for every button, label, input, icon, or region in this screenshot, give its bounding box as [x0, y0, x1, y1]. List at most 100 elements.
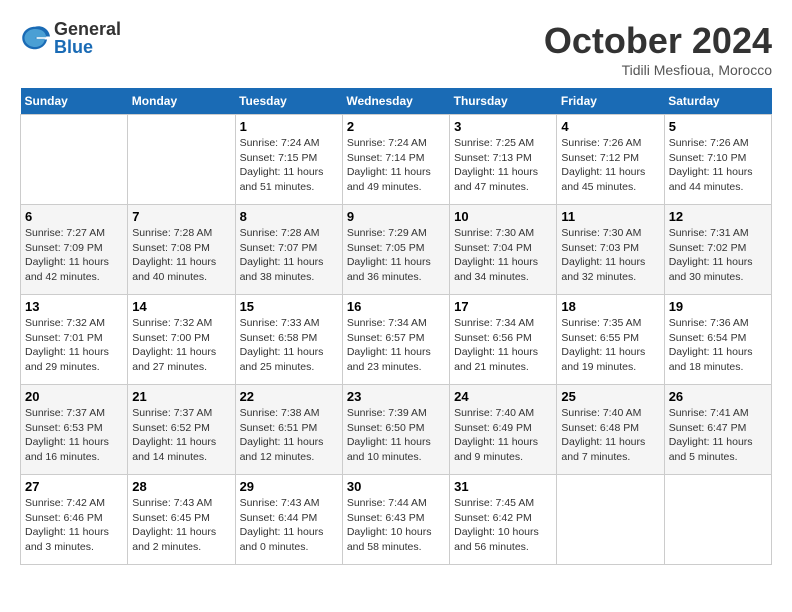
col-monday: Monday [128, 88, 235, 115]
day-info: Sunrise: 7:38 AM Sunset: 6:51 PM Dayligh… [240, 406, 338, 465]
calendar-week-4: 20 Sunrise: 7:37 AM Sunset: 6:53 PM Dayli… [21, 385, 772, 475]
day-number: 5 [669, 119, 767, 134]
calendar-week-2: 6Sunrise: 7:27 AM Sunset: 7:09 PM Daylig… [21, 205, 772, 295]
calendar-cell [128, 115, 235, 205]
calendar-cell: 30 Sunrise: 7:44 AM Sunset: 6:43 PM Dayli… [342, 475, 449, 565]
calendar-cell: 23 Sunrise: 7:39 AM Sunset: 6:50 PM Dayli… [342, 385, 449, 475]
calendar-cell: 16 Sunrise: 7:34 AM Sunset: 6:57 PM Dayli… [342, 295, 449, 385]
day-number: 17 [454, 299, 552, 314]
logo-icon [20, 23, 50, 53]
col-saturday: Saturday [664, 88, 771, 115]
day-info: Sunrise: 7:24 AM Sunset: 7:15 PM Dayligh… [240, 136, 338, 195]
calendar-cell: 10 Sunrise: 7:30 AM Sunset: 7:04 PM Dayli… [450, 205, 557, 295]
day-info: Sunrise: 7:25 AM Sunset: 7:13 PM Dayligh… [454, 136, 552, 195]
day-info: Sunrise: 7:43 AM Sunset: 6:44 PM Dayligh… [240, 496, 338, 555]
day-info: Sunrise: 7:34 AM Sunset: 6:57 PM Dayligh… [347, 316, 445, 375]
day-info: Sunrise: 7:40 AM Sunset: 6:49 PM Dayligh… [454, 406, 552, 465]
calendar-cell: 20 Sunrise: 7:37 AM Sunset: 6:53 PM Dayli… [21, 385, 128, 475]
day-number: 20 [25, 389, 123, 404]
calendar-cell [21, 115, 128, 205]
calendar-cell: 1 Sunrise: 7:24 AM Sunset: 7:15 PM Daylig… [235, 115, 342, 205]
calendar-cell: 4 Sunrise: 7:26 AM Sunset: 7:12 PM Daylig… [557, 115, 664, 205]
day-info: Sunrise: 7:24 AM Sunset: 7:14 PM Dayligh… [347, 136, 445, 195]
day-number: 28 [132, 479, 230, 494]
day-number: 15 [240, 299, 338, 314]
calendar-cell: 13Sunrise: 7:32 AM Sunset: 7:01 PM Dayli… [21, 295, 128, 385]
day-info: Sunrise: 7:32 AM Sunset: 7:01 PM Dayligh… [25, 316, 123, 375]
col-tuesday: Tuesday [235, 88, 342, 115]
day-number: 1 [240, 119, 338, 134]
month-title: October 2024 [544, 20, 772, 62]
page-header: General Blue October 2024 Tidili Mesfiou… [20, 20, 772, 78]
day-info: Sunrise: 7:32 AM Sunset: 7:00 PM Dayligh… [132, 316, 230, 375]
calendar-cell: 8 Sunrise: 7:28 AM Sunset: 7:07 PM Daylig… [235, 205, 342, 295]
day-info: Sunrise: 7:44 AM Sunset: 6:43 PM Dayligh… [347, 496, 445, 555]
calendar-cell [664, 475, 771, 565]
day-number: 12 [669, 209, 767, 224]
calendar-cell: 12 Sunrise: 7:31 AM Sunset: 7:02 PM Dayli… [664, 205, 771, 295]
day-info: Sunrise: 7:28 AM Sunset: 7:07 PM Dayligh… [240, 226, 338, 285]
calendar-cell: 22 Sunrise: 7:38 AM Sunset: 6:51 PM Dayli… [235, 385, 342, 475]
day-number: 30 [347, 479, 445, 494]
day-number: 21 [132, 389, 230, 404]
calendar-cell [557, 475, 664, 565]
calendar-cell: 25 Sunrise: 7:40 AM Sunset: 6:48 PM Dayli… [557, 385, 664, 475]
calendar-cell: 31 Sunrise: 7:45 AM Sunset: 6:42 PM Dayli… [450, 475, 557, 565]
day-info: Sunrise: 7:26 AM Sunset: 7:12 PM Dayligh… [561, 136, 659, 195]
day-info: Sunrise: 7:34 AM Sunset: 6:56 PM Dayligh… [454, 316, 552, 375]
calendar-cell: 5 Sunrise: 7:26 AM Sunset: 7:10 PM Daylig… [664, 115, 771, 205]
day-number: 18 [561, 299, 659, 314]
day-info: Sunrise: 7:28 AM Sunset: 7:08 PM Dayligh… [132, 226, 230, 285]
day-number: 24 [454, 389, 552, 404]
day-number: 7 [132, 209, 230, 224]
day-info: Sunrise: 7:37 AM Sunset: 6:53 PM Dayligh… [25, 406, 123, 465]
day-info: Sunrise: 7:36 AM Sunset: 6:54 PM Dayligh… [669, 316, 767, 375]
day-number: 8 [240, 209, 338, 224]
col-friday: Friday [557, 88, 664, 115]
day-info: Sunrise: 7:41 AM Sunset: 6:47 PM Dayligh… [669, 406, 767, 465]
day-info: Sunrise: 7:30 AM Sunset: 7:03 PM Dayligh… [561, 226, 659, 285]
day-number: 19 [669, 299, 767, 314]
calendar-cell: 24 Sunrise: 7:40 AM Sunset: 6:49 PM Dayli… [450, 385, 557, 475]
day-number: 22 [240, 389, 338, 404]
day-number: 3 [454, 119, 552, 134]
day-info: Sunrise: 7:31 AM Sunset: 7:02 PM Dayligh… [669, 226, 767, 285]
day-info: Sunrise: 7:42 AM Sunset: 6:46 PM Dayligh… [25, 496, 123, 555]
calendar-cell: 17 Sunrise: 7:34 AM Sunset: 6:56 PM Dayli… [450, 295, 557, 385]
calendar-header: Sunday Monday Tuesday Wednesday Thursday… [21, 88, 772, 115]
header-row: Sunday Monday Tuesday Wednesday Thursday… [21, 88, 772, 115]
calendar-body: 1 Sunrise: 7:24 AM Sunset: 7:15 PM Daylig… [21, 115, 772, 565]
calendar-cell: 11 Sunrise: 7:30 AM Sunset: 7:03 PM Dayli… [557, 205, 664, 295]
day-number: 29 [240, 479, 338, 494]
day-number: 26 [669, 389, 767, 404]
day-number: 16 [347, 299, 445, 314]
calendar-cell: 14Sunrise: 7:32 AM Sunset: 7:00 PM Dayli… [128, 295, 235, 385]
day-number: 23 [347, 389, 445, 404]
calendar-cell: 28Sunrise: 7:43 AM Sunset: 6:45 PM Dayli… [128, 475, 235, 565]
location: Tidili Mesfioua, Morocco [544, 62, 772, 78]
calendar-cell: 21Sunrise: 7:37 AM Sunset: 6:52 PM Dayli… [128, 385, 235, 475]
day-number: 31 [454, 479, 552, 494]
calendar-week-1: 1 Sunrise: 7:24 AM Sunset: 7:15 PM Daylig… [21, 115, 772, 205]
day-number: 4 [561, 119, 659, 134]
col-wednesday: Wednesday [342, 88, 449, 115]
calendar-cell: 19 Sunrise: 7:36 AM Sunset: 6:54 PM Dayli… [664, 295, 771, 385]
calendar-cell: 29 Sunrise: 7:43 AM Sunset: 6:44 PM Dayli… [235, 475, 342, 565]
day-number: 9 [347, 209, 445, 224]
day-info: Sunrise: 7:40 AM Sunset: 6:48 PM Dayligh… [561, 406, 659, 465]
calendar-cell: 26 Sunrise: 7:41 AM Sunset: 6:47 PM Dayli… [664, 385, 771, 475]
day-number: 10 [454, 209, 552, 224]
col-thursday: Thursday [450, 88, 557, 115]
day-info: Sunrise: 7:45 AM Sunset: 6:42 PM Dayligh… [454, 496, 552, 555]
day-info: Sunrise: 7:39 AM Sunset: 6:50 PM Dayligh… [347, 406, 445, 465]
day-number: 6 [25, 209, 123, 224]
col-sunday: Sunday [21, 88, 128, 115]
calendar-cell: 2Sunrise: 7:24 AM Sunset: 7:14 PM Daylig… [342, 115, 449, 205]
day-info: Sunrise: 7:30 AM Sunset: 7:04 PM Dayligh… [454, 226, 552, 285]
day-number: 27 [25, 479, 123, 494]
day-info: Sunrise: 7:33 AM Sunset: 6:58 PM Dayligh… [240, 316, 338, 375]
calendar-cell: 3 Sunrise: 7:25 AM Sunset: 7:13 PM Daylig… [450, 115, 557, 205]
day-number: 25 [561, 389, 659, 404]
day-info: Sunrise: 7:26 AM Sunset: 7:10 PM Dayligh… [669, 136, 767, 195]
day-number: 11 [561, 209, 659, 224]
